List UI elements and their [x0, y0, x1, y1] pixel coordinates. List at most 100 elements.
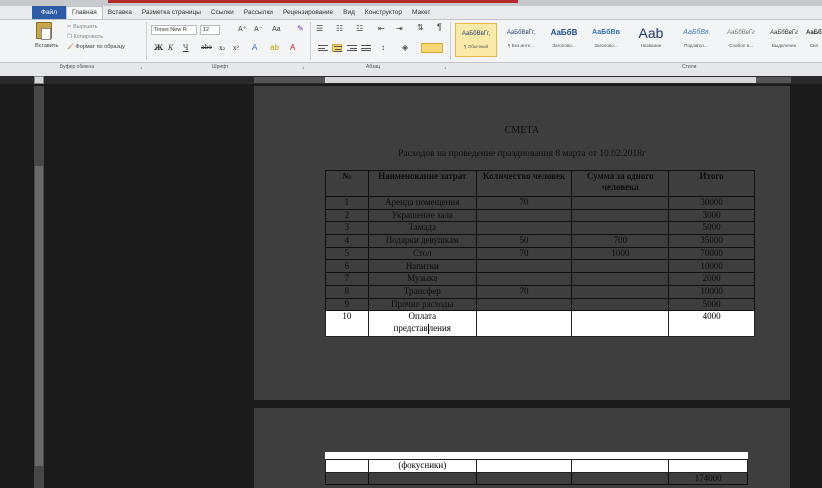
table-cell[interactable] [571, 208, 670, 223]
table-cell[interactable] [475, 272, 573, 286]
table-cell[interactable]: Прочие расходы [367, 297, 477, 312]
table-cell[interactable]: 5000 [668, 221, 755, 236]
table-cell[interactable]: (фокусники) [367, 459, 477, 473]
table-cell[interactable] [475, 208, 573, 223]
style-strong[interactable]: АаБбВв Сил [806, 23, 822, 57]
table-row[interactable]: 5 Стол 70 1000 70000 [325, 246, 755, 261]
header-per-person[interactable]: Сумма за одного человека [571, 170, 670, 197]
table-row-selected[interactable]: 10 Оплата представления 4000 [325, 310, 755, 338]
table-row-selected-continued[interactable]: (фокусники) [325, 459, 748, 473]
table-cell[interactable]: 70 [475, 284, 573, 299]
table-cell[interactable] [475, 471, 573, 486]
multilevel-icon[interactable]: ☳ [356, 25, 363, 33]
table-cell[interactable]: Напитки [367, 259, 477, 274]
table-cell[interactable]: 700 [571, 234, 670, 248]
table-cell[interactable] [668, 459, 748, 473]
table-cell[interactable]: 7 [325, 272, 369, 286]
tab-layout[interactable]: Макет [407, 6, 435, 19]
decrease-indent-icon[interactable]: ⇤ [378, 25, 385, 33]
table-cell[interactable] [571, 310, 670, 338]
dialog-launcher-icon[interactable]: ⌟ [140, 63, 142, 71]
header-total[interactable]: Итого [668, 170, 755, 197]
table-cell[interactable] [367, 471, 477, 486]
copy-button[interactable]: ❐ Копировать [67, 34, 103, 41]
table-cell[interactable]: 70000 [668, 246, 755, 261]
grow-font-button[interactable]: A⁺ [238, 26, 246, 33]
table-row[interactable]: 3 Тамада 5000 [325, 221, 755, 236]
style-title[interactable]: Aab Название [630, 23, 672, 57]
table-cell[interactable]: 4 [325, 234, 369, 248]
document-page[interactable]: СМЕТА Расходов на проведение праздновани… [254, 86, 790, 400]
table-cell[interactable]: 10 [325, 310, 369, 338]
table-row[interactable]: 1 Аренда помещения 70 30000 [325, 196, 755, 210]
dialog-launcher-icon[interactable]: ⌟ [302, 63, 304, 71]
estimate-table[interactable]: № Наименование затрат Количество человек… [325, 170, 755, 338]
table-cell[interactable] [571, 196, 670, 210]
tab-selector[interactable] [34, 76, 44, 84]
font-size-select[interactable]: 12 [200, 25, 220, 35]
header-num[interactable]: № [325, 170, 369, 197]
table-cell[interactable] [571, 284, 670, 299]
tab-review[interactable]: Рецензирование [278, 6, 338, 19]
table-cell[interactable]: 35000 [668, 234, 755, 248]
table-row[interactable]: 4 Подарки девушкам 50 700 35000 [325, 234, 755, 248]
table-cell[interactable]: 9 [325, 297, 369, 312]
table-cell[interactable] [325, 459, 369, 473]
vertical-ruler[interactable] [34, 86, 44, 488]
table-cell[interactable]: 2 [325, 208, 369, 223]
shrink-font-button[interactable]: A⁻ [254, 26, 262, 33]
change-case-button[interactable]: Aa [272, 26, 281, 33]
table-cell[interactable]: Стол [367, 246, 477, 261]
table-cell[interactable]: 70 [475, 196, 573, 210]
table-cell[interactable]: Аренда помещения [367, 196, 477, 210]
header-name[interactable]: Наименование затрат [367, 170, 477, 197]
estimate-table-continued[interactable]: (фокусники) 174000 [325, 459, 748, 486]
table-cell[interactable] [325, 471, 369, 486]
table-cell[interactable]: 10000 [668, 284, 755, 299]
table-cell[interactable]: 50 [475, 234, 573, 248]
borders-icon[interactable] [421, 43, 443, 53]
table-cell[interactable]: 8 [325, 284, 369, 299]
strike-button[interactable]: abe [201, 44, 212, 52]
justify-icon[interactable] [361, 45, 371, 53]
table-cell[interactable]: 3000 [668, 208, 755, 223]
table-cell[interactable] [475, 297, 573, 312]
table-cell[interactable] [571, 471, 670, 486]
sort-icon[interactable]: ⇅ [417, 24, 424, 32]
paste-button[interactable]: Вставить [35, 43, 58, 50]
shading-icon[interactable]: ◈ [402, 44, 408, 52]
table-row[interactable]: 9 Прочие расходы 5000 [325, 297, 755, 312]
superscript-button[interactable]: x² [233, 44, 239, 52]
header-count[interactable]: Количество человек [475, 170, 573, 197]
underline-button[interactable]: Ч [183, 44, 188, 52]
format-painter-button[interactable]: 🖌 Формат по образцу [67, 44, 125, 51]
table-cell[interactable]: 3 [325, 221, 369, 236]
table-row[interactable]: 8 Трансфер 70 10000 [325, 284, 755, 299]
table-cell[interactable]: Подарки девушкам [367, 234, 477, 248]
increase-indent-icon[interactable]: ⇥ [396, 25, 403, 33]
text-effects-icon[interactable]: A [252, 44, 257, 52]
numbering-icon[interactable]: ☷ [336, 25, 343, 33]
table-cell[interactable] [571, 272, 670, 286]
table-cell[interactable] [571, 297, 670, 312]
table-cell[interactable] [571, 459, 670, 473]
bold-button[interactable]: Ж [154, 44, 163, 52]
subscript-button[interactable]: x₂ [219, 44, 225, 52]
table-cell[interactable] [571, 221, 670, 236]
align-left-icon[interactable] [318, 45, 328, 53]
style-heading2[interactable]: АаБбВв Заголово... [586, 23, 626, 57]
table-cell[interactable] [475, 310, 573, 338]
tab-references[interactable]: Ссылки [206, 6, 239, 19]
dialog-launcher-icon[interactable]: ⌟ [444, 63, 446, 71]
pilcrow-icon[interactable]: ¶ [437, 23, 442, 32]
tab-design[interactable]: Конструктор [360, 6, 407, 19]
clear-format-icon[interactable]: ✎ [297, 25, 304, 33]
table-cell[interactable] [475, 259, 573, 274]
style-subtitle[interactable]: АаБбВв Подзагол... [675, 23, 717, 57]
style-heading1[interactable]: АаБбВ Заголово... [545, 23, 583, 57]
tab-home[interactable]: Главная [65, 6, 103, 19]
table-cell[interactable]: Музыка [367, 272, 477, 286]
cut-button[interactable]: ✂ Вырезать [67, 24, 98, 31]
horizontal-ruler[interactable] [254, 77, 791, 83]
table-cell[interactable]: 6 [325, 259, 369, 274]
